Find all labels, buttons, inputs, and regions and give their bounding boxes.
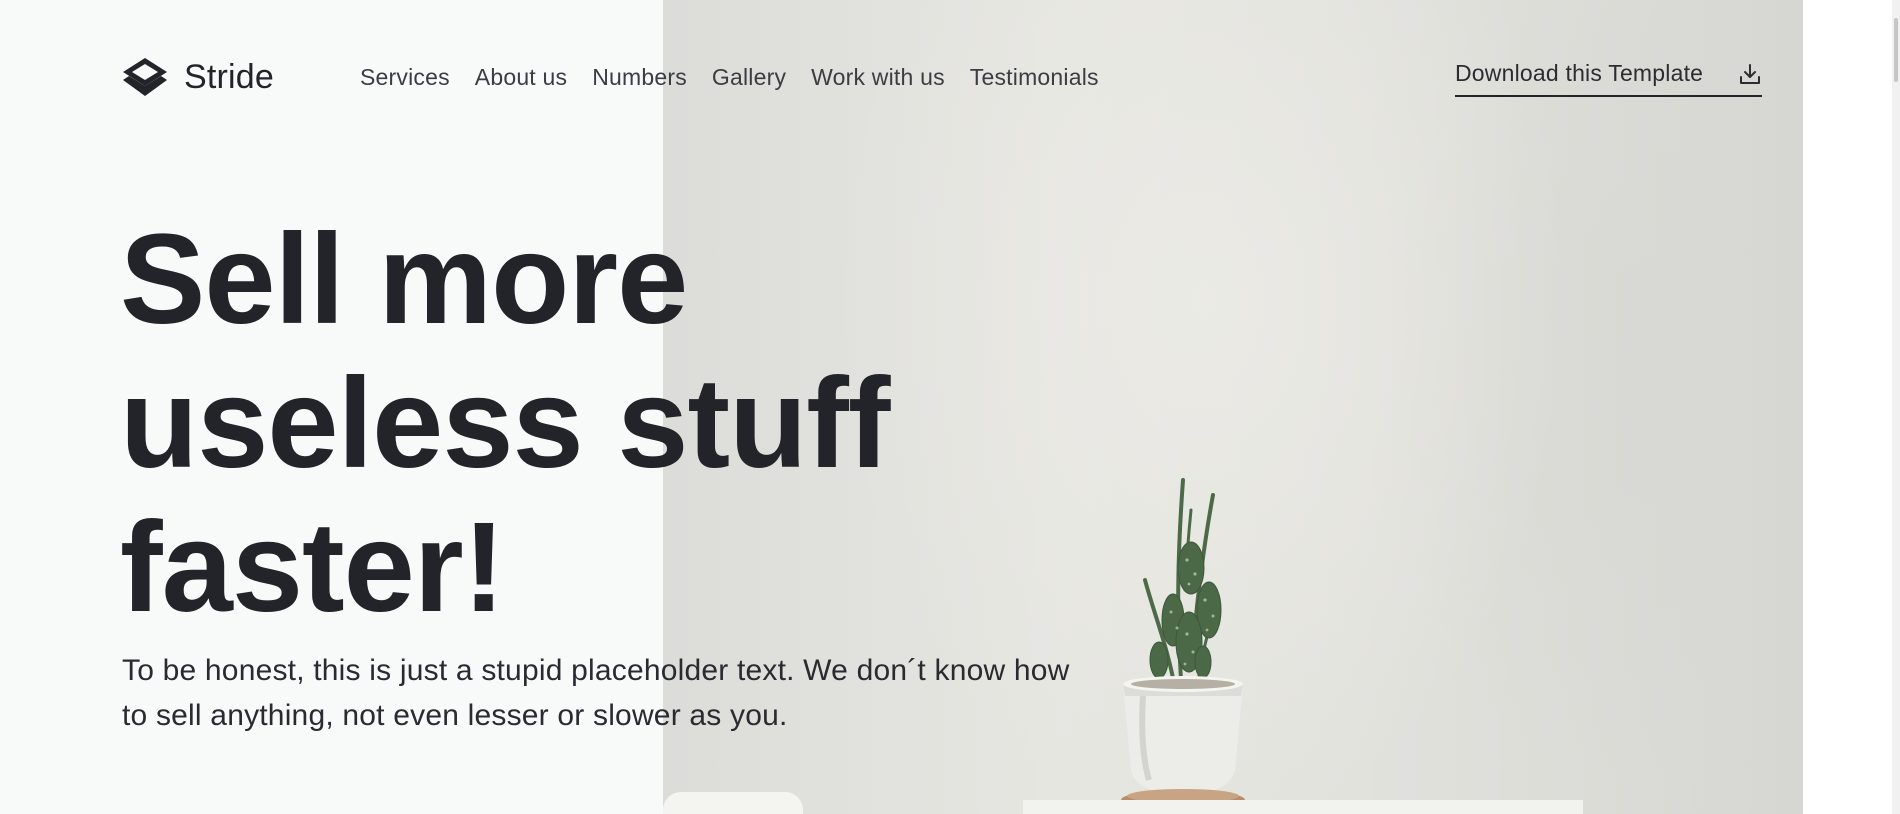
nav-item-gallery[interactable]: Gallery bbox=[712, 64, 786, 91]
scrollbar-thumb[interactable] bbox=[1894, 18, 1898, 82]
hero-subtext: To be honest, this is just a stupid plac… bbox=[122, 654, 1070, 732]
download-icon bbox=[1740, 63, 1760, 84]
nav-item-testimonials[interactable]: Testimonials bbox=[970, 64, 1099, 91]
page: Stride Services About us Numbers Gallery… bbox=[0, 0, 1900, 814]
nav-item-work-with-us[interactable]: Work with us bbox=[811, 64, 945, 91]
nav-item-numbers[interactable]: Numbers bbox=[592, 64, 687, 91]
main-nav: Services About us Numbers Gallery Work w… bbox=[360, 64, 1099, 91]
table-surface bbox=[1023, 800, 1583, 814]
brand-logo-link[interactable]: Stride bbox=[120, 56, 274, 98]
layers-icon bbox=[123, 58, 167, 96]
chair-shape bbox=[663, 792, 803, 814]
download-template-label: Download this Template bbox=[1455, 60, 1704, 86]
scrollbar-track[interactable] bbox=[1892, 0, 1900, 814]
brand-name: Stride bbox=[184, 57, 275, 96]
cactus-plant-image bbox=[1121, 478, 1245, 810]
download-template-button[interactable]: Download this Template bbox=[1455, 60, 1762, 97]
page-right-margin bbox=[1803, 0, 1900, 814]
nav-item-services[interactable]: Services bbox=[360, 64, 450, 91]
nav-item-about-us[interactable]: About us bbox=[475, 64, 567, 91]
hero-headline: Sell more useless stuff faster! bbox=[120, 208, 891, 639]
